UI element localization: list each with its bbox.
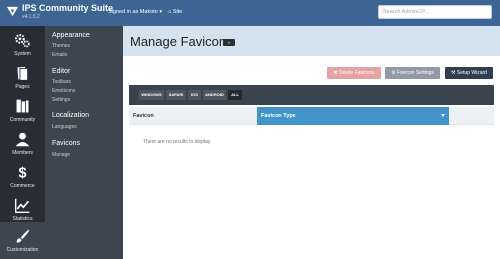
brand-name[interactable]: IPS Community Suite bbox=[22, 3, 113, 13]
nav-label: Customization bbox=[6, 247, 39, 253]
page-title: Manage Favicons bbox=[130, 34, 233, 49]
empty-results-message: There are no results to display. bbox=[143, 139, 212, 145]
ips-logo-icon[interactable] bbox=[6, 5, 19, 18]
version-label: v4.1.5.2 bbox=[22, 14, 40, 20]
favicon-settings-button[interactable]: ⚙ Favicon Settings bbox=[385, 67, 440, 79]
secondary-nav: Appearance Themes Emails Editor Toolbars… bbox=[45, 26, 123, 259]
pages-icon bbox=[17, 66, 29, 81]
filter-tab-android[interactable]: ANDROID bbox=[203, 90, 226, 100]
section-title-favicons: Favicons bbox=[52, 140, 81, 147]
nav-link-emails[interactable]: Emails bbox=[52, 52, 67, 58]
quick-nav-badge[interactable]: « bbox=[223, 39, 235, 46]
dollar-icon: $ bbox=[18, 166, 26, 181]
site-link[interactable]: ⌂ Site bbox=[168, 9, 182, 15]
primary-nav: System Pages Community Members $ Commerc… bbox=[0, 26, 45, 259]
nav-item-members[interactable]: Members bbox=[0, 125, 45, 162]
nav-link-emoticons[interactable]: Emoticons bbox=[52, 88, 75, 94]
nav-item-pages[interactable]: Pages bbox=[0, 59, 45, 96]
nav-link-manage[interactable]: Manage bbox=[52, 152, 70, 158]
community-icon bbox=[16, 99, 29, 113]
nav-item-commerce[interactable]: $ Commerce bbox=[0, 158, 45, 195]
nav-label: Community bbox=[9, 117, 36, 123]
nav-label: Pages bbox=[15, 84, 30, 90]
nav-label: System bbox=[14, 51, 31, 57]
nav-link-themes[interactable]: Themes bbox=[52, 43, 70, 49]
nav-link-toolbars[interactable]: Toolbars bbox=[52, 79, 71, 85]
sort-arrow-icon[interactable] bbox=[441, 114, 445, 117]
delete-favicons-button[interactable]: ✖ Delete Favicons bbox=[327, 67, 381, 79]
section-title-editor: Editor bbox=[52, 68, 71, 75]
nav-item-customization[interactable]: Customization bbox=[0, 222, 45, 259]
gears-icon bbox=[15, 33, 30, 48]
column-header-favicon-type[interactable]: Favicon Type bbox=[257, 107, 449, 125]
nav-item-system[interactable]: System bbox=[0, 26, 45, 63]
brush-icon bbox=[16, 229, 30, 243]
nav-label: Commerce bbox=[10, 183, 35, 189]
chart-icon bbox=[15, 198, 30, 213]
signed-in-menu[interactable]: Signed in as Makoto ▾ bbox=[108, 9, 162, 15]
filter-tab-windows[interactable]: WINDOWS bbox=[139, 90, 164, 100]
nav-link-settings[interactable]: Settings bbox=[52, 97, 70, 103]
nav-label: Members bbox=[12, 150, 33, 156]
filter-tab-ios[interactable]: IOS bbox=[188, 90, 201, 100]
nav-item-community[interactable]: Community bbox=[0, 92, 45, 129]
setup-wizard-button[interactable]: ⚒ Setup Wizard bbox=[445, 67, 493, 79]
members-icon bbox=[15, 132, 30, 147]
filter-tab-all[interactable]: ALL bbox=[228, 90, 242, 100]
top-bar: IPS Community Suite v4.1.5.2 Signed in a… bbox=[0, 0, 500, 26]
section-title-appearance: Appearance bbox=[52, 32, 90, 39]
nav-link-languages[interactable]: Languages bbox=[52, 124, 77, 130]
svg-text:$: $ bbox=[18, 166, 26, 181]
section-title-localization: Localization bbox=[52, 112, 89, 119]
page-header: Manage Favicons « bbox=[123, 26, 500, 56]
column-header-favicon[interactable]: Favicon bbox=[129, 107, 257, 125]
admincp-search-input[interactable] bbox=[378, 5, 492, 19]
filter-tab-safari[interactable]: SAFARI bbox=[166, 90, 186, 100]
